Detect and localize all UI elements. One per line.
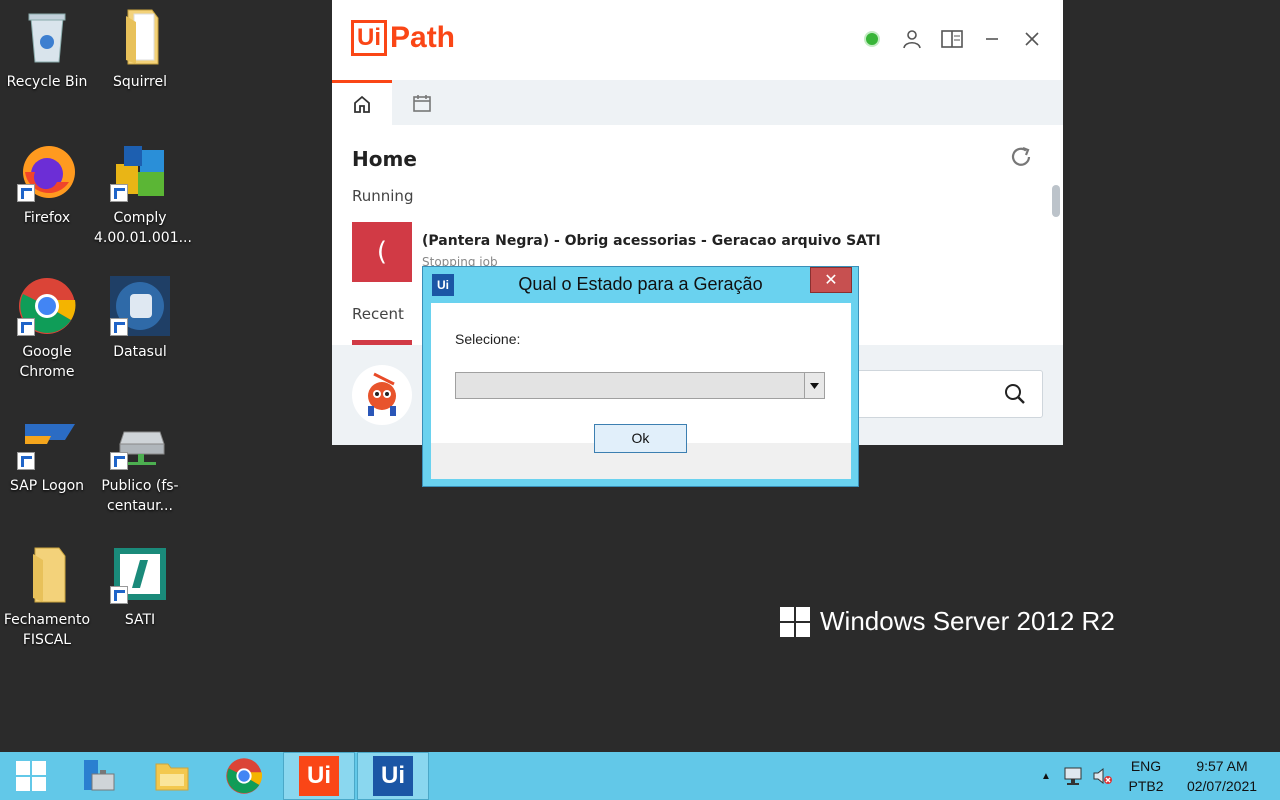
folder-icon [17, 544, 77, 604]
scrollbar-thumb[interactable] [1052, 185, 1060, 217]
desktop-icon-sati[interactable]: SATI [94, 544, 186, 630]
keyboard-layout: PTB2 [1128, 778, 1164, 794]
desktop-icon-label: Fechamento FISCAL [3, 612, 91, 648]
dialog-titlebar[interactable]: Ui Qual o Estado para a Geração ✕ [423, 267, 858, 303]
uipath-logo: Ui Path [351, 20, 455, 56]
desktop-icon-datasul[interactable]: Datasul [94, 276, 186, 362]
refresh-icon[interactable] [1009, 145, 1033, 175]
assistant-header: Ui Path [332, 0, 1063, 80]
desktop-icon-label: Recycle Bin [6, 74, 88, 90]
page-title: Home [352, 147, 417, 171]
tab-home[interactable] [332, 80, 392, 125]
recycle-bin-icon [17, 6, 77, 66]
desktop-icon-label: Comply 4.00.01.001... [94, 210, 192, 246]
clock-date: 02/07/2021 [1186, 778, 1258, 794]
desktop-icon-google-chrome[interactable]: Google Chrome [1, 276, 93, 382]
desktop-icon-label: Firefox [23, 210, 71, 226]
taskbar-server-manager[interactable] [62, 752, 134, 800]
shortcut-arrow-icon [110, 184, 128, 202]
uipath-logo-box: Ui [351, 20, 387, 56]
running-section-label: Running [352, 187, 414, 205]
taskbar-file-explorer[interactable] [136, 752, 208, 800]
taskbar-uipath-assistant[interactable]: Ui [283, 752, 355, 800]
uipath-robot-icon: Ui [373, 756, 413, 796]
home-icon [354, 95, 370, 113]
windows-logo-icon [780, 606, 810, 637]
sati-icon [110, 544, 170, 604]
datasul-icon [110, 276, 170, 336]
firefox-icon [17, 142, 77, 202]
clock-time: 9:57 AM [1196, 758, 1248, 774]
chrome-icon [226, 758, 263, 794]
windows-start-icon [16, 761, 46, 791]
shortcut-arrow-icon [110, 452, 128, 470]
desktop-icon-label: Squirrel [113, 74, 167, 90]
running-job-title[interactable]: (Pantera Negra) - Obrig acessorias - Ger… [422, 233, 881, 249]
sap-logon-icon [17, 410, 77, 470]
uipath-logo-text: Path [390, 21, 456, 54]
shortcut-arrow-icon [17, 452, 35, 470]
volume-muted-icon[interactable] [1088, 766, 1118, 786]
header-controls [861, 28, 1043, 50]
taskbar: Ui Ui ▲ ENG PTB2 9:57 AM 02/07/2021 [0, 752, 1280, 800]
show-hidden-icons-chevron-up-icon[interactable]: ▲ [1034, 771, 1058, 782]
clock[interactable]: 9:57 AM 02/07/2021 [1174, 756, 1280, 796]
desktop-icon-publico[interactable]: Publico (fs-centaur... [94, 410, 186, 516]
dialog-panel: Selecione: [431, 303, 851, 443]
dialog-close-button[interactable]: ✕ [810, 267, 852, 293]
connection-status-icon[interactable] [861, 28, 883, 50]
network-icon[interactable] [1058, 766, 1088, 786]
windows-brand-text: Windows Server 2012 R2 [820, 606, 1115, 636]
folder-icon [110, 6, 170, 66]
taskbar-chrome[interactable] [208, 752, 280, 800]
chrome-icon [17, 276, 77, 336]
search-icon[interactable] [1004, 383, 1026, 409]
minimize-icon[interactable] [981, 28, 1003, 50]
state-dropdown[interactable] [455, 372, 825, 399]
taskbar-uipath-robot[interactable]: Ui [357, 752, 429, 800]
close-icon[interactable] [1021, 28, 1043, 50]
uipath-assistant-icon: Ui [299, 756, 339, 796]
calendar-icon [413, 94, 431, 112]
language-indicator[interactable]: ENG PTB2 [1118, 756, 1174, 796]
desktop-icon-label: Datasul [113, 344, 167, 360]
shortcut-arrow-icon [17, 184, 35, 202]
assistant-tabs [332, 80, 1063, 125]
shortcut-arrow-icon [17, 318, 35, 336]
desktop-icon-firefox[interactable]: Firefox [1, 142, 93, 228]
comply-icon [110, 142, 170, 202]
file-explorer-icon [155, 763, 189, 791]
desktop-icon-label: Google Chrome [19, 344, 75, 380]
server-manager-icon [84, 760, 115, 791]
desktop-icon-label: Publico (fs-centaur... [101, 478, 179, 514]
start-button[interactable] [0, 752, 62, 800]
desktop-icon-squirrel[interactable]: Squirrel [94, 6, 186, 92]
chevron-down-icon[interactable] [804, 373, 824, 398]
desktop-icon-fechamento-fiscal[interactable]: Fechamento FISCAL [1, 544, 93, 650]
windows-server-brand: Windows Server 2012 R2 [780, 606, 1115, 637]
desktop-icon-sap-logon[interactable]: SAP Logon [1, 410, 93, 496]
network-drive-icon [110, 410, 170, 470]
toggle-panel-icon[interactable] [941, 28, 963, 50]
tab-scheduler[interactable] [392, 80, 452, 125]
recent-section-label: Recent [352, 305, 404, 323]
user-profile-icon[interactable] [901, 28, 923, 50]
language-code: ENG [1130, 758, 1162, 774]
robot-avatar-icon[interactable] [352, 365, 412, 425]
job-tile[interactable]: ( [352, 222, 412, 282]
desktop-icon-comply[interactable]: Comply 4.00.01.001... [94, 142, 192, 248]
dialog-client-area: Selecione: Ok [431, 303, 851, 479]
shortcut-arrow-icon [110, 586, 128, 604]
select-label: Selecione: [455, 331, 521, 347]
system-tray: ▲ ENG PTB2 9:57 AM 02/07/2021 [1034, 752, 1280, 800]
desktop-icon-label: SATI [124, 612, 156, 628]
desktop-icon-label: SAP Logon [9, 478, 85, 494]
ok-button[interactable]: Ok [594, 424, 687, 453]
dialog-title: Qual o Estado para a Geração [518, 274, 763, 294]
shortcut-arrow-icon [110, 318, 128, 336]
state-selection-dialog: Ui Qual o Estado para a Geração ✕ Seleci… [422, 266, 859, 487]
desktop-icon-recycle-bin[interactable]: Recycle Bin [1, 6, 93, 92]
